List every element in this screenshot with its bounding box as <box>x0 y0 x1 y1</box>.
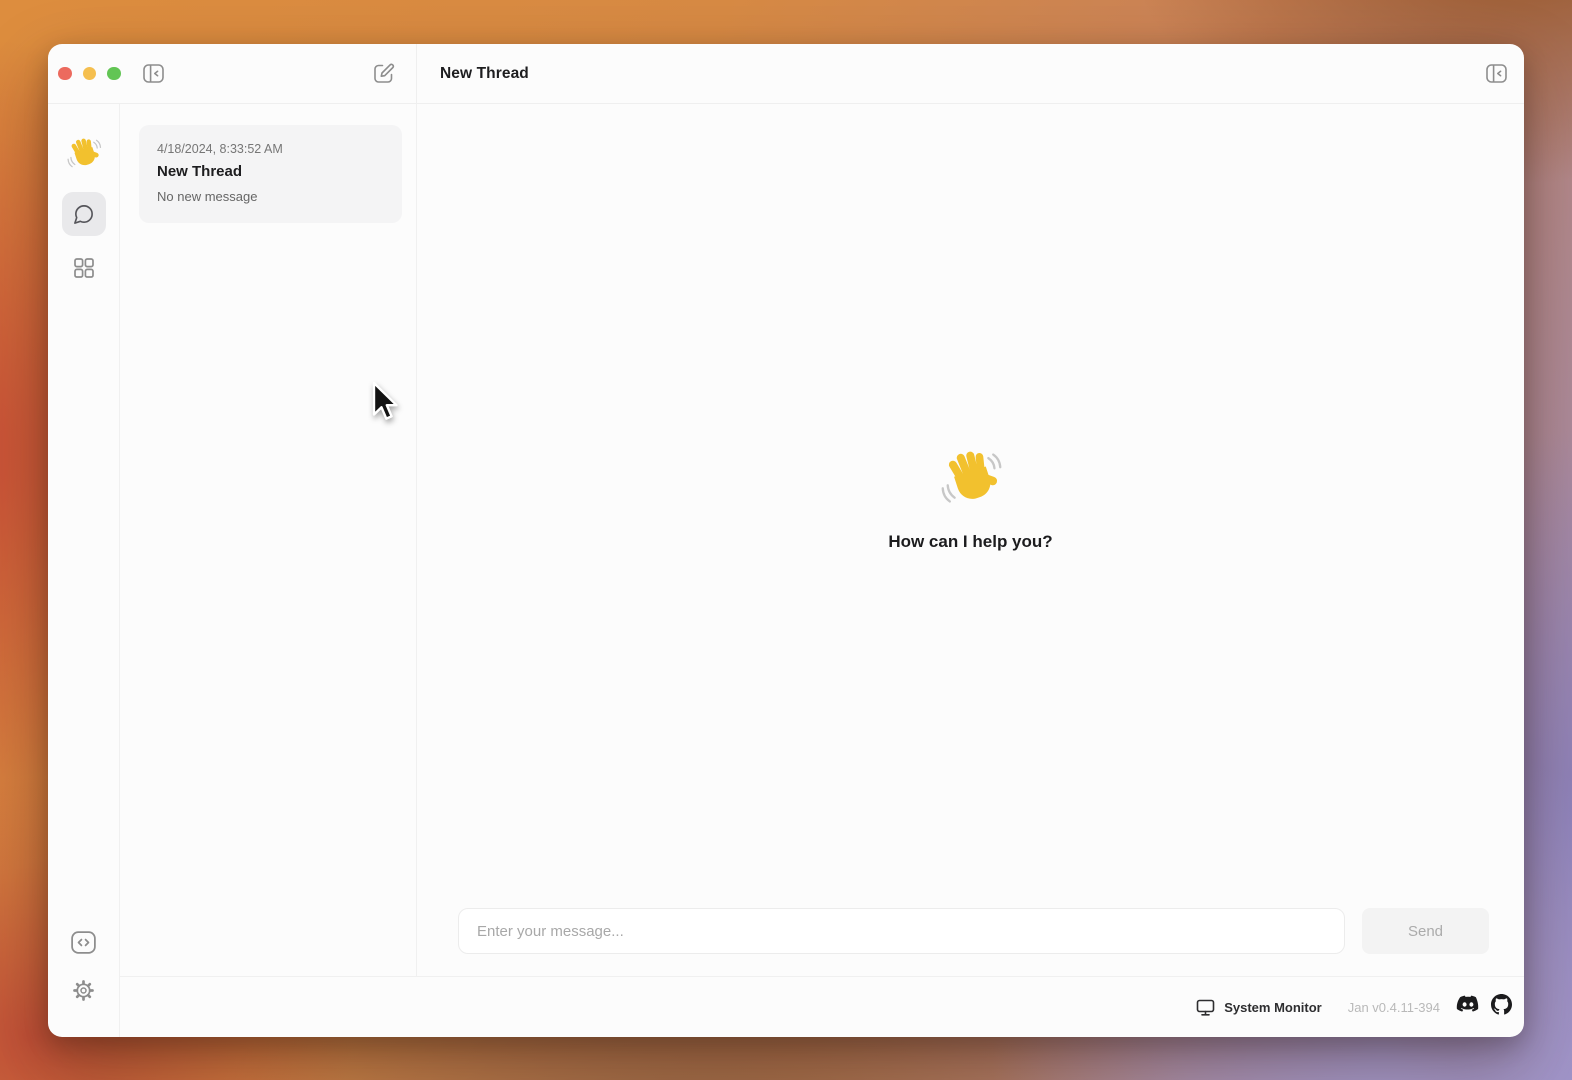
empty-state-greeting: How can I help you? <box>417 104 1524 908</box>
github-link[interactable] <box>1491 994 1512 1020</box>
titlebar-left-section <box>48 44 417 103</box>
collapse-left-panel-icon <box>142 62 165 85</box>
wave-emoji <box>939 447 1003 511</box>
app-version: Jan v0.4.11-394 <box>1348 1000 1440 1015</box>
apps-grid-icon <box>72 256 96 280</box>
status-bar: System Monitor Jan v0.4.11-394 <box>120 976 1524 1037</box>
desktop: { "window": { "titlebar": { "title": "Ne… <box>0 0 1572 1080</box>
thread-timestamp: 4/18/2024, 8:33:52 AM <box>157 142 384 156</box>
icon-rail <box>48 104 120 1037</box>
rail-item-api-server[interactable] <box>62 927 106 957</box>
collapse-left-panel-button[interactable] <box>142 62 165 85</box>
api-server-icon <box>69 929 98 956</box>
page-title: New Thread <box>440 65 529 83</box>
send-button[interactable]: Send <box>1362 908 1489 954</box>
thread-list-item[interactable]: 4/18/2024, 8:33:52 AM New Thread No new … <box>139 125 402 223</box>
discord-link[interactable] <box>1456 995 1480 1019</box>
system-monitor-icon <box>1196 998 1215 1017</box>
rail-item-hub[interactable] <box>62 252 106 284</box>
chat-threads-icon <box>72 203 95 226</box>
thread-title: New Thread <box>157 163 384 180</box>
system-monitor-label: System Monitor <box>1224 1000 1322 1015</box>
discord-icon <box>1456 995 1480 1014</box>
thread-last-message: No new message <box>157 189 384 204</box>
greeting-text: How can I help you? <box>888 532 1052 552</box>
compose-new-thread-icon <box>371 61 396 86</box>
chat-main-panel: How can I help you? Send <box>417 104 1524 976</box>
message-composer: Send <box>417 908 1524 976</box>
zoom-window-button[interactable] <box>107 67 121 81</box>
wave-emoji <box>66 136 102 172</box>
minimize-window-button[interactable] <box>83 67 97 81</box>
rail-item-threads[interactable] <box>62 192 106 236</box>
github-icon <box>1491 994 1512 1015</box>
system-monitor-toggle[interactable]: System Monitor <box>1196 998 1322 1017</box>
traffic-lights <box>58 67 121 81</box>
collapse-right-panel-icon <box>1485 62 1508 85</box>
wave-emoji-logo <box>62 132 106 176</box>
settings-gear-icon <box>70 977 97 1004</box>
rail-item-settings[interactable] <box>62 975 106 1005</box>
compose-new-thread-button[interactable] <box>371 61 396 86</box>
collapse-right-panel-button[interactable] <box>1485 62 1508 85</box>
app-window: New Thread <box>48 44 1524 1037</box>
thread-list-panel: 4/18/2024, 8:33:52 AM New Thread No new … <box>120 104 417 976</box>
message-input[interactable] <box>458 908 1345 954</box>
titlebar-main-section: New Thread <box>417 44 1524 103</box>
close-window-button[interactable] <box>58 67 72 81</box>
titlebar: New Thread <box>48 44 1524 104</box>
